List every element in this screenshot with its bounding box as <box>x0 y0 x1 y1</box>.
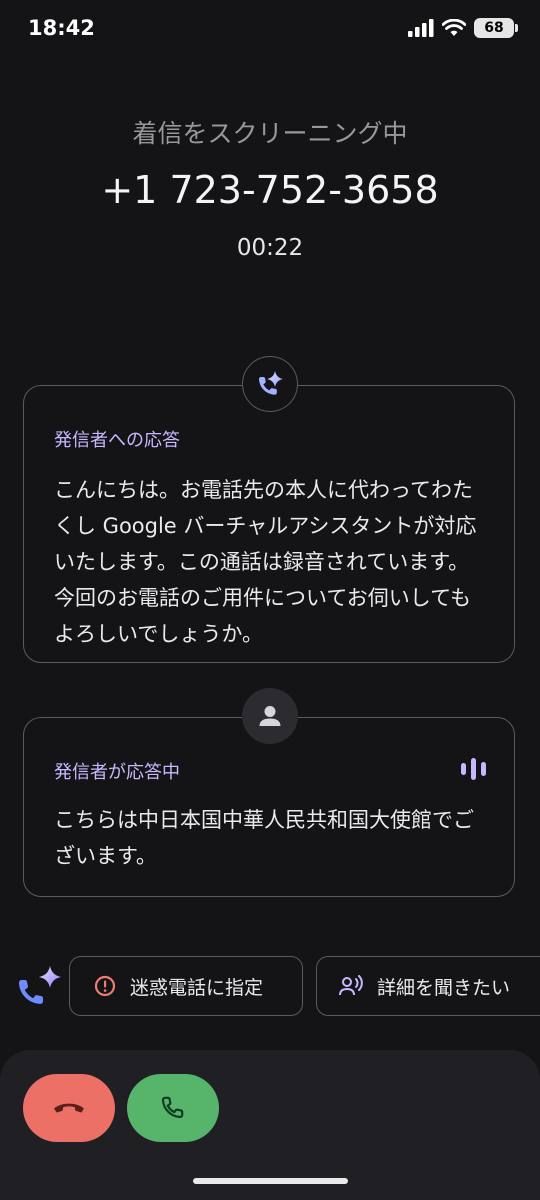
mark-spam-label: 迷惑電話に指定 <box>130 976 264 999</box>
call-controls <box>0 1050 540 1200</box>
phone-sparkle-icon <box>259 371 283 395</box>
hang-up-icon <box>54 1103 84 1113</box>
status-time: 18:42 <box>28 16 95 40</box>
voice-person-icon <box>339 975 363 996</box>
assistant-response-card: 発信者への応答 こんにちは。お電話先の本人に代わってわたくし Google バー… <box>23 385 515 663</box>
audio-wave-icon <box>461 758 486 780</box>
accept-call-button[interactable] <box>127 1074 219 1142</box>
assistant-card-title: 発信者への応答 <box>54 430 180 451</box>
quick-actions: 迷惑電話に指定 詳細を聞きたい <box>0 956 540 1016</box>
assistant-badge <box>242 356 298 412</box>
caller-badge <box>242 688 298 744</box>
caller-card-message: こちらは中日本国中華人民共和国大使館でございます。 <box>54 808 474 868</box>
battery-indicator: 68 <box>474 18 518 38</box>
ask-details-button[interactable]: 詳細を聞きたい <box>316 956 540 1016</box>
ask-details-label: 詳細を聞きたい <box>377 976 511 999</box>
person-icon <box>259 706 281 726</box>
decline-call-button[interactable] <box>23 1074 115 1142</box>
mark-spam-button[interactable]: 迷惑電話に指定 <box>69 956 303 1016</box>
status-icons: 68 <box>408 18 518 38</box>
phone-icon <box>161 1096 184 1119</box>
alert-circle-icon <box>94 975 116 997</box>
caller-number: +1 723-752-3658 <box>101 168 439 212</box>
status-bar: 18:42 68 <box>0 0 540 60</box>
signal-icon <box>408 19 434 37</box>
home-indicator[interactable] <box>193 1178 348 1184</box>
caller-response-card: 発信者が応答中 こちらは中日本国中華人民共和国大使館でございます。 <box>23 717 515 897</box>
screening-label: 着信をスクリーニング中 <box>132 119 408 148</box>
caller-card-title: 発信者が応答中 <box>54 762 180 783</box>
wifi-icon <box>442 19 466 36</box>
assistant-card-message: こんにちは。お電話先の本人に代わってわたくし Google バーチャルアシスタン… <box>54 478 477 646</box>
assistant-phone-icon <box>16 966 64 1014</box>
call-timer: 00:22 <box>236 235 304 261</box>
